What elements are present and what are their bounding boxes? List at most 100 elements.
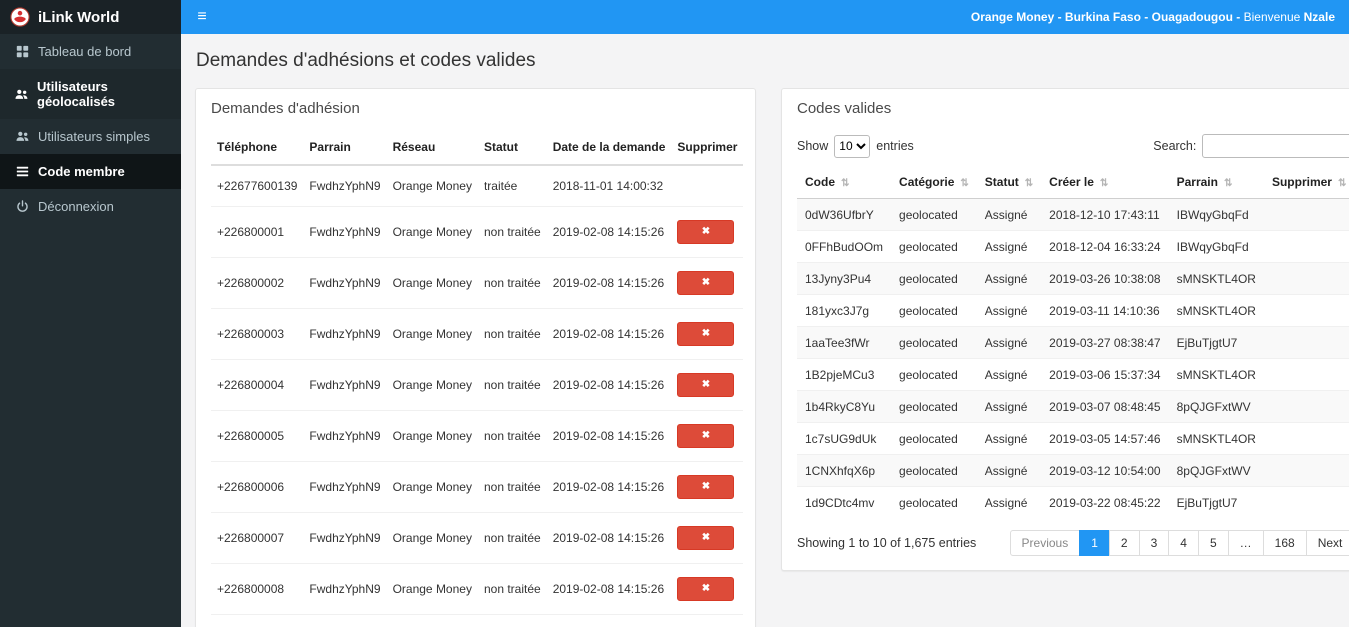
supprimer-cell: ✖: [671, 461, 744, 513]
delete-request-button[interactable]: ✖: [677, 271, 735, 295]
parrain-cell: 8pQJGFxtWV: [1168, 454, 1264, 487]
request-row: +22677600139 FwdhzYphN9 Orange Money traité…: [211, 165, 743, 207]
codes-column-header[interactable]: Catégorie ⇅: [891, 166, 977, 199]
parrain-cell: sMNSKTL4OR: [1168, 294, 1264, 327]
creer-le-cell: 2019-03-26 10:38:08: [1041, 262, 1169, 295]
pagination-ellipsis: …: [1227, 530, 1264, 556]
topbar-user-info: Orange Money - Burkina Faso - Ouagadougo…: [971, 10, 1349, 24]
date-cell: 2019-02-08 14:15:26: [546, 257, 672, 309]
requests-table: Téléphone Parrain Réseau Statut Date de la d…: [211, 130, 744, 627]
delete-request-button[interactable]: ✖: [677, 373, 735, 397]
search-control: Search:: [1153, 134, 1349, 158]
code-row: 1b4RkyC8Yu geolocated Assigné 2019-03-07 08…: [797, 390, 1349, 423]
reseau-cell: Orange Money: [386, 614, 478, 627]
codes-table: Code ⇅ Catégorie ⇅ Statut ⇅ Créer le ⇅ Parrain ⇅ S…: [797, 166, 1349, 518]
reseau-cell: Orange Money: [386, 206, 478, 258]
supprimer-cell: ✖: [671, 410, 744, 462]
codes-column-label: Code: [805, 175, 835, 189]
page-content: Demandes d'adhésions et codes valides De…: [181, 34, 1349, 627]
app-root: iLink World Tableau de bord Utilisateurs …: [0, 0, 1349, 627]
codes-column-header[interactable]: Code ⇅: [797, 166, 892, 199]
codes-column-label: Supprimer: [1271, 175, 1332, 189]
topbar-location-text: Orange Money - Burkina Faso - Ouagadougo…: [970, 10, 1244, 24]
codes-column-label: Créer le: [1049, 175, 1094, 189]
reseau-cell: Orange Money: [386, 410, 478, 462]
statut-cell: Assigné: [976, 486, 1042, 518]
delete-request-button[interactable]: ✖: [677, 424, 735, 448]
parrain-cell: FwdhzYphN9: [303, 410, 387, 462]
creer-le-cell: 2018-12-10 17:43:11: [1041, 198, 1169, 231]
codes-column-header[interactable]: Créer le ⇅: [1041, 166, 1169, 199]
main-column: ≡ Orange Money - Burkina Faso - Ouagadou…: [181, 0, 1349, 627]
reseau-cell: Orange Money: [392, 179, 472, 193]
parrain-cell: FwdhzYphN9: [303, 206, 387, 258]
pagination-page-5[interactable]: 5: [1197, 530, 1229, 556]
search-input[interactable]: [1202, 134, 1349, 158]
codes-column-header[interactable]: Parrain ⇅: [1168, 166, 1264, 199]
page-length-select[interactable]: 10: [834, 134, 871, 158]
pagination-page-3[interactable]: 3: [1138, 530, 1170, 556]
supprimer-cell: [1263, 294, 1349, 327]
supprimer-cell: ✖: [671, 206, 744, 258]
search-label: Search:: [1153, 139, 1197, 153]
creer-le-cell: 2019-03-05 14:57:46: [1041, 422, 1169, 455]
code-row: 1aaTee3fWr geolocated Assigné 2019-03-27 08…: [797, 326, 1349, 359]
topbar: ≡ Orange Money - Burkina Faso - Ouagadou…: [181, 0, 1349, 34]
supprimer-cell: ✖: [671, 512, 744, 564]
delete-request-button[interactable]: ✖: [677, 322, 735, 346]
users-icon: [15, 88, 28, 101]
pagination-page-1[interactable]: 1: [1079, 530, 1110, 556]
statut-cell: Assigné: [976, 198, 1042, 231]
statut-cell: non traitée: [477, 308, 547, 360]
supprimer-cell: ✖: [671, 257, 744, 309]
requests-column-header: Parrain: [303, 130, 387, 166]
delete-request-button[interactable]: ✖: [677, 577, 735, 601]
requests-header-row: Téléphone Parrain Réseau Statut Date de la d…: [211, 130, 744, 166]
supprimer-cell: ✖: [671, 359, 744, 411]
statut-cell: Assigné: [976, 454, 1042, 487]
statut-cell: Assigné: [976, 294, 1042, 327]
pagination-next[interactable]: Next: [1305, 530, 1349, 556]
sidebar-item-dashboard[interactable]: Tableau de bord: [0, 34, 181, 69]
sidebar-item-geolocated-users[interactable]: Utilisateurs géolocalisés: [0, 69, 181, 119]
supprimer-cell: [1263, 358, 1349, 391]
categorie-cell: geolocated: [891, 262, 977, 295]
telephone-cell: +226800001: [211, 206, 304, 258]
telephone-cell: +226800002: [211, 257, 304, 309]
code-cell: 1c7sUG9dUk: [797, 422, 892, 455]
supprimer-cell: [1263, 198, 1349, 231]
sidebar-item-member-code[interactable]: Code membre: [0, 154, 181, 189]
delete-request-button[interactable]: ✖: [677, 220, 735, 244]
codes-header-row: Code ⇅ Catégorie ⇅ Statut ⇅ Créer le ⇅ Parrain ⇅ S…: [797, 166, 1349, 199]
sidebar-item-logout[interactable]: Déconnexion: [0, 189, 181, 224]
brand[interactable]: iLink World: [0, 0, 181, 34]
categorie-cell: geolocated: [891, 454, 977, 487]
statut-cell: non traitée: [477, 359, 547, 411]
sort-icon: ⇅: [841, 178, 850, 189]
pagination-previous: Previous: [1009, 530, 1081, 556]
categorie-cell: geolocated: [891, 358, 977, 391]
categorie-cell: geolocated: [891, 230, 977, 263]
sidebar-nav: Tableau de bord Utilisateurs géolocalisés…: [0, 34, 181, 224]
pagination-page-4[interactable]: 4: [1168, 530, 1199, 556]
telephone-cell: +226800008: [211, 563, 304, 615]
requests-panel: Demandes d'adhésion Téléphone Parrain Rése…: [195, 88, 756, 627]
codes-column-header[interactable]: Supprimer ⇅: [1263, 166, 1349, 199]
hamburger-menu-button[interactable]: ≡: [181, 0, 223, 34]
codes-column-header[interactable]: Statut ⇅: [976, 166, 1042, 199]
request-row: +226800007 FwdhzYphN9 Orange Money non trai…: [211, 512, 744, 564]
supprimer-cell: ✖: [671, 308, 744, 360]
codes-column-label: Catégorie: [899, 175, 955, 189]
pagination-page-2[interactable]: 2: [1108, 530, 1140, 556]
parrain-cell: FwdhzYphN9: [309, 179, 381, 193]
statut-cell: Assigné: [976, 358, 1042, 391]
code-row: 181yxc3J7g geolocated Assigné 2019-03-11 14…: [797, 294, 1349, 327]
codes-panel-title: Codes valides: [797, 100, 892, 117]
reseau-cell: Orange Money: [386, 563, 478, 615]
code-cell: 181yxc3J7g: [797, 294, 892, 327]
delete-request-button[interactable]: ✖: [677, 475, 735, 499]
ilink-logo-icon: [10, 7, 30, 27]
sidebar-item-simple-users[interactable]: Utilisateurs simples: [0, 119, 181, 154]
pagination-page-168[interactable]: 168: [1262, 530, 1307, 556]
delete-request-button[interactable]: ✖: [677, 526, 735, 550]
